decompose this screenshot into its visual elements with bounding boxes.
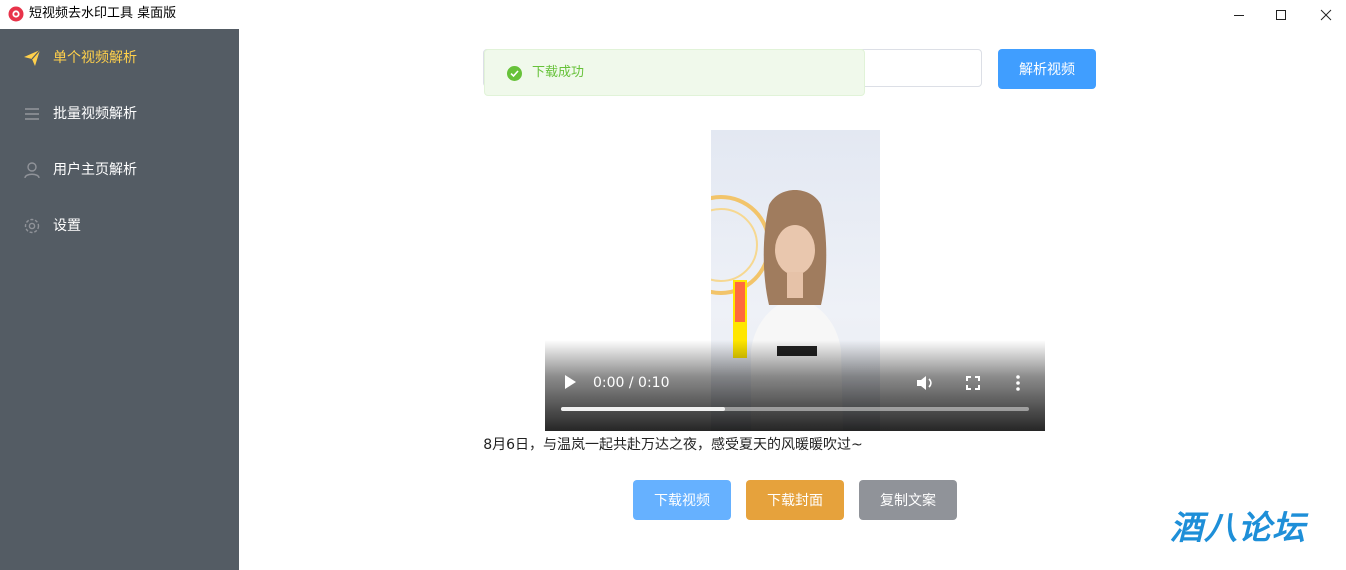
window-title: 短视频去水印工具 桌面版 bbox=[29, 6, 177, 21]
list-icon bbox=[25, 108, 39, 120]
play-icon[interactable] bbox=[563, 374, 577, 390]
parse-video-button[interactable]: 解析视频 bbox=[998, 49, 1096, 89]
video-time: 0:00 / 0:10 bbox=[593, 375, 670, 391]
toast-message: 下载成功 bbox=[532, 65, 585, 80]
video-player[interactable]: 0:00 / 0:10 bbox=[545, 130, 1045, 431]
sidebar-item-label: 设置 bbox=[53, 218, 81, 234]
forum-watermark: 酒八论坛 bbox=[1170, 508, 1306, 547]
video-progress-buffered bbox=[561, 407, 725, 411]
sidebar-item-label: 单个视频解析 bbox=[53, 50, 137, 66]
sidebar-item-single-video[interactable]: 单个视频解析 bbox=[0, 30, 239, 86]
sidebar: 单个视频解析 批量视频解析 用户主页解析 设置 bbox=[0, 29, 239, 570]
video-caption: 8月6日，与温岚一起共赴万达之夜，感受夏天的风暖暖吹过~ bbox=[483, 437, 863, 453]
more-vertical-icon[interactable] bbox=[1015, 374, 1021, 392]
copy-text-button[interactable]: 复制文案 bbox=[859, 480, 957, 520]
gear-icon bbox=[24, 218, 40, 234]
check-circle-icon bbox=[507, 66, 522, 81]
maximize-icon bbox=[1276, 9, 1286, 20]
sidebar-item-label: 批量视频解析 bbox=[53, 106, 137, 122]
close-button[interactable] bbox=[1303, 0, 1346, 29]
maximize-button[interactable] bbox=[1258, 0, 1304, 29]
success-toast: 下载成功 bbox=[484, 49, 865, 96]
send-icon bbox=[24, 49, 41, 66]
title-bar: 短视频去水印工具 桌面版 bbox=[0, 0, 1346, 29]
app-logo-icon bbox=[8, 6, 24, 22]
close-icon bbox=[1320, 9, 1332, 20]
volume-icon[interactable] bbox=[915, 373, 935, 393]
fullscreen-icon[interactable] bbox=[964, 374, 982, 392]
sidebar-item-user-page[interactable]: 用户主页解析 bbox=[0, 142, 239, 198]
sidebar-item-label: 用户主页解析 bbox=[53, 162, 137, 178]
minimize-button[interactable] bbox=[1216, 0, 1262, 29]
user-icon bbox=[24, 162, 40, 179]
download-video-button[interactable]: 下载视频 bbox=[633, 480, 731, 520]
download-cover-button[interactable]: 下载封面 bbox=[746, 480, 844, 520]
sidebar-item-batch-video[interactable]: 批量视频解析 bbox=[0, 86, 239, 142]
sidebar-item-settings[interactable]: 设置 bbox=[0, 198, 239, 254]
minimize-icon bbox=[1234, 14, 1244, 16]
